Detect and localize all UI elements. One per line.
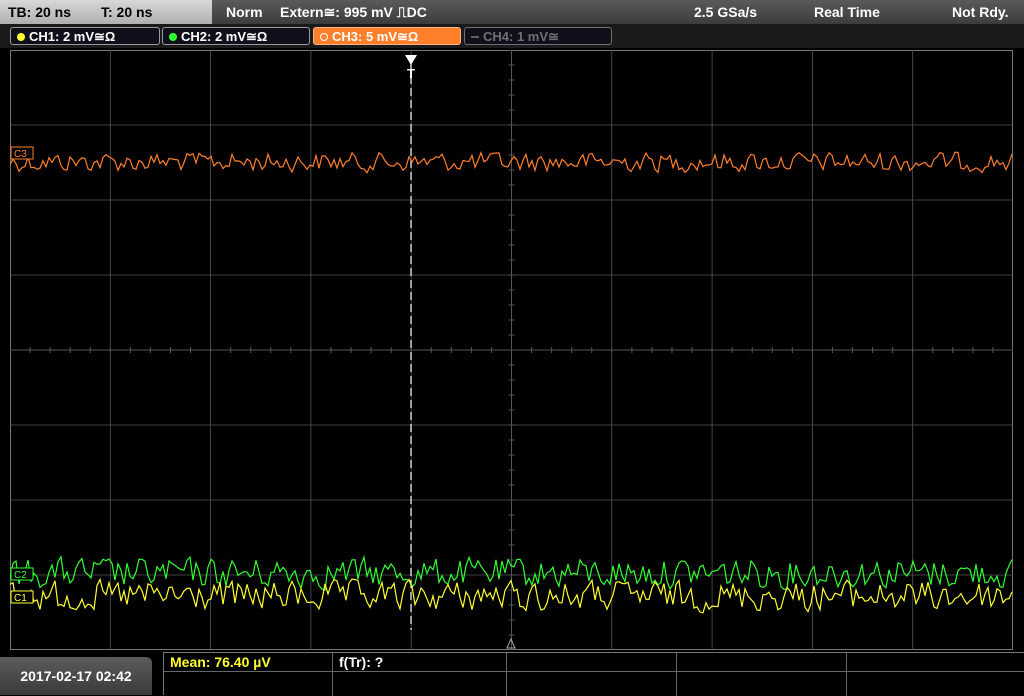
trigger-mode[interactable]: Norm: [226, 0, 263, 24]
ch1-indicator-icon: [17, 33, 25, 41]
trigger-position-arrow-icon[interactable]: [405, 55, 417, 65]
timebase-value: TB: 20 ns: [8, 4, 72, 20]
ch2-indicator-icon: [169, 33, 177, 41]
grid-lines: [10, 50, 1013, 650]
tab-ch1[interactable]: CH1: 2 mV≅Ω: [10, 27, 160, 45]
c2-marker-label: C2: [14, 570, 27, 581]
status-bar: TB: 20 ns T: 20 ns Norm Extern≅: 995 mV …: [0, 0, 1024, 24]
meas-col-divider: [846, 653, 847, 696]
frequency-measurement: f(Tr): ?: [339, 654, 384, 670]
measurement-panel[interactable]: Mean: 76.40 µV f(Tr): ?: [163, 652, 1024, 696]
sample-rate: 2.5 GSa/s: [694, 4, 758, 20]
acquisition-mode: Real Time: [814, 4, 880, 20]
waveform-canvas: T C3 C2 C1: [10, 50, 1013, 650]
meas-row-divider: [164, 671, 1024, 672]
trigger-marker-label: T: [407, 66, 415, 81]
tab-ch3-label: CH3: 5 mV≅Ω: [332, 29, 419, 44]
c3-marker-label: C3: [14, 149, 27, 160]
mean-measurement: Mean: 76.40 µV: [170, 654, 271, 670]
tab-ch3[interactable]: CH3: 5 mV≅Ω: [313, 27, 461, 45]
channel-tab-bar: CH1: 2 mV≅Ω CH2: 2 mV≅Ω CH3: 5 mV≅Ω CH4:…: [0, 24, 1024, 48]
tab-ch2-label: CH2: 2 mV≅Ω: [181, 29, 268, 44]
c1-marker-label: C1: [14, 593, 27, 604]
trigger-time-value: T: 20 ns: [101, 4, 153, 20]
ch4-indicator-icon: [471, 36, 479, 38]
tab-ch2[interactable]: CH2: 2 mV≅Ω: [162, 27, 310, 45]
timebase-box[interactable]: TB: 20 ns T: 20 ns: [0, 0, 212, 24]
ch3-indicator-icon: [320, 33, 328, 41]
date-time: 2017-02-17 02:42: [0, 657, 152, 695]
tab-ch4-label: CH4: 1 mV≅: [483, 29, 559, 44]
meas-col-divider: [332, 653, 333, 696]
meas-col-divider: [506, 653, 507, 696]
tab-ch4[interactable]: CH4: 1 mV≅: [464, 27, 612, 45]
meas-col-divider: [676, 653, 677, 696]
trigger-source[interactable]: Extern≅: 995 mV ⎍DC: [280, 0, 427, 24]
tab-ch1-label: CH1: 2 mV≅Ω: [29, 29, 116, 44]
acquisition-status: Not Rdy.: [952, 4, 1009, 20]
